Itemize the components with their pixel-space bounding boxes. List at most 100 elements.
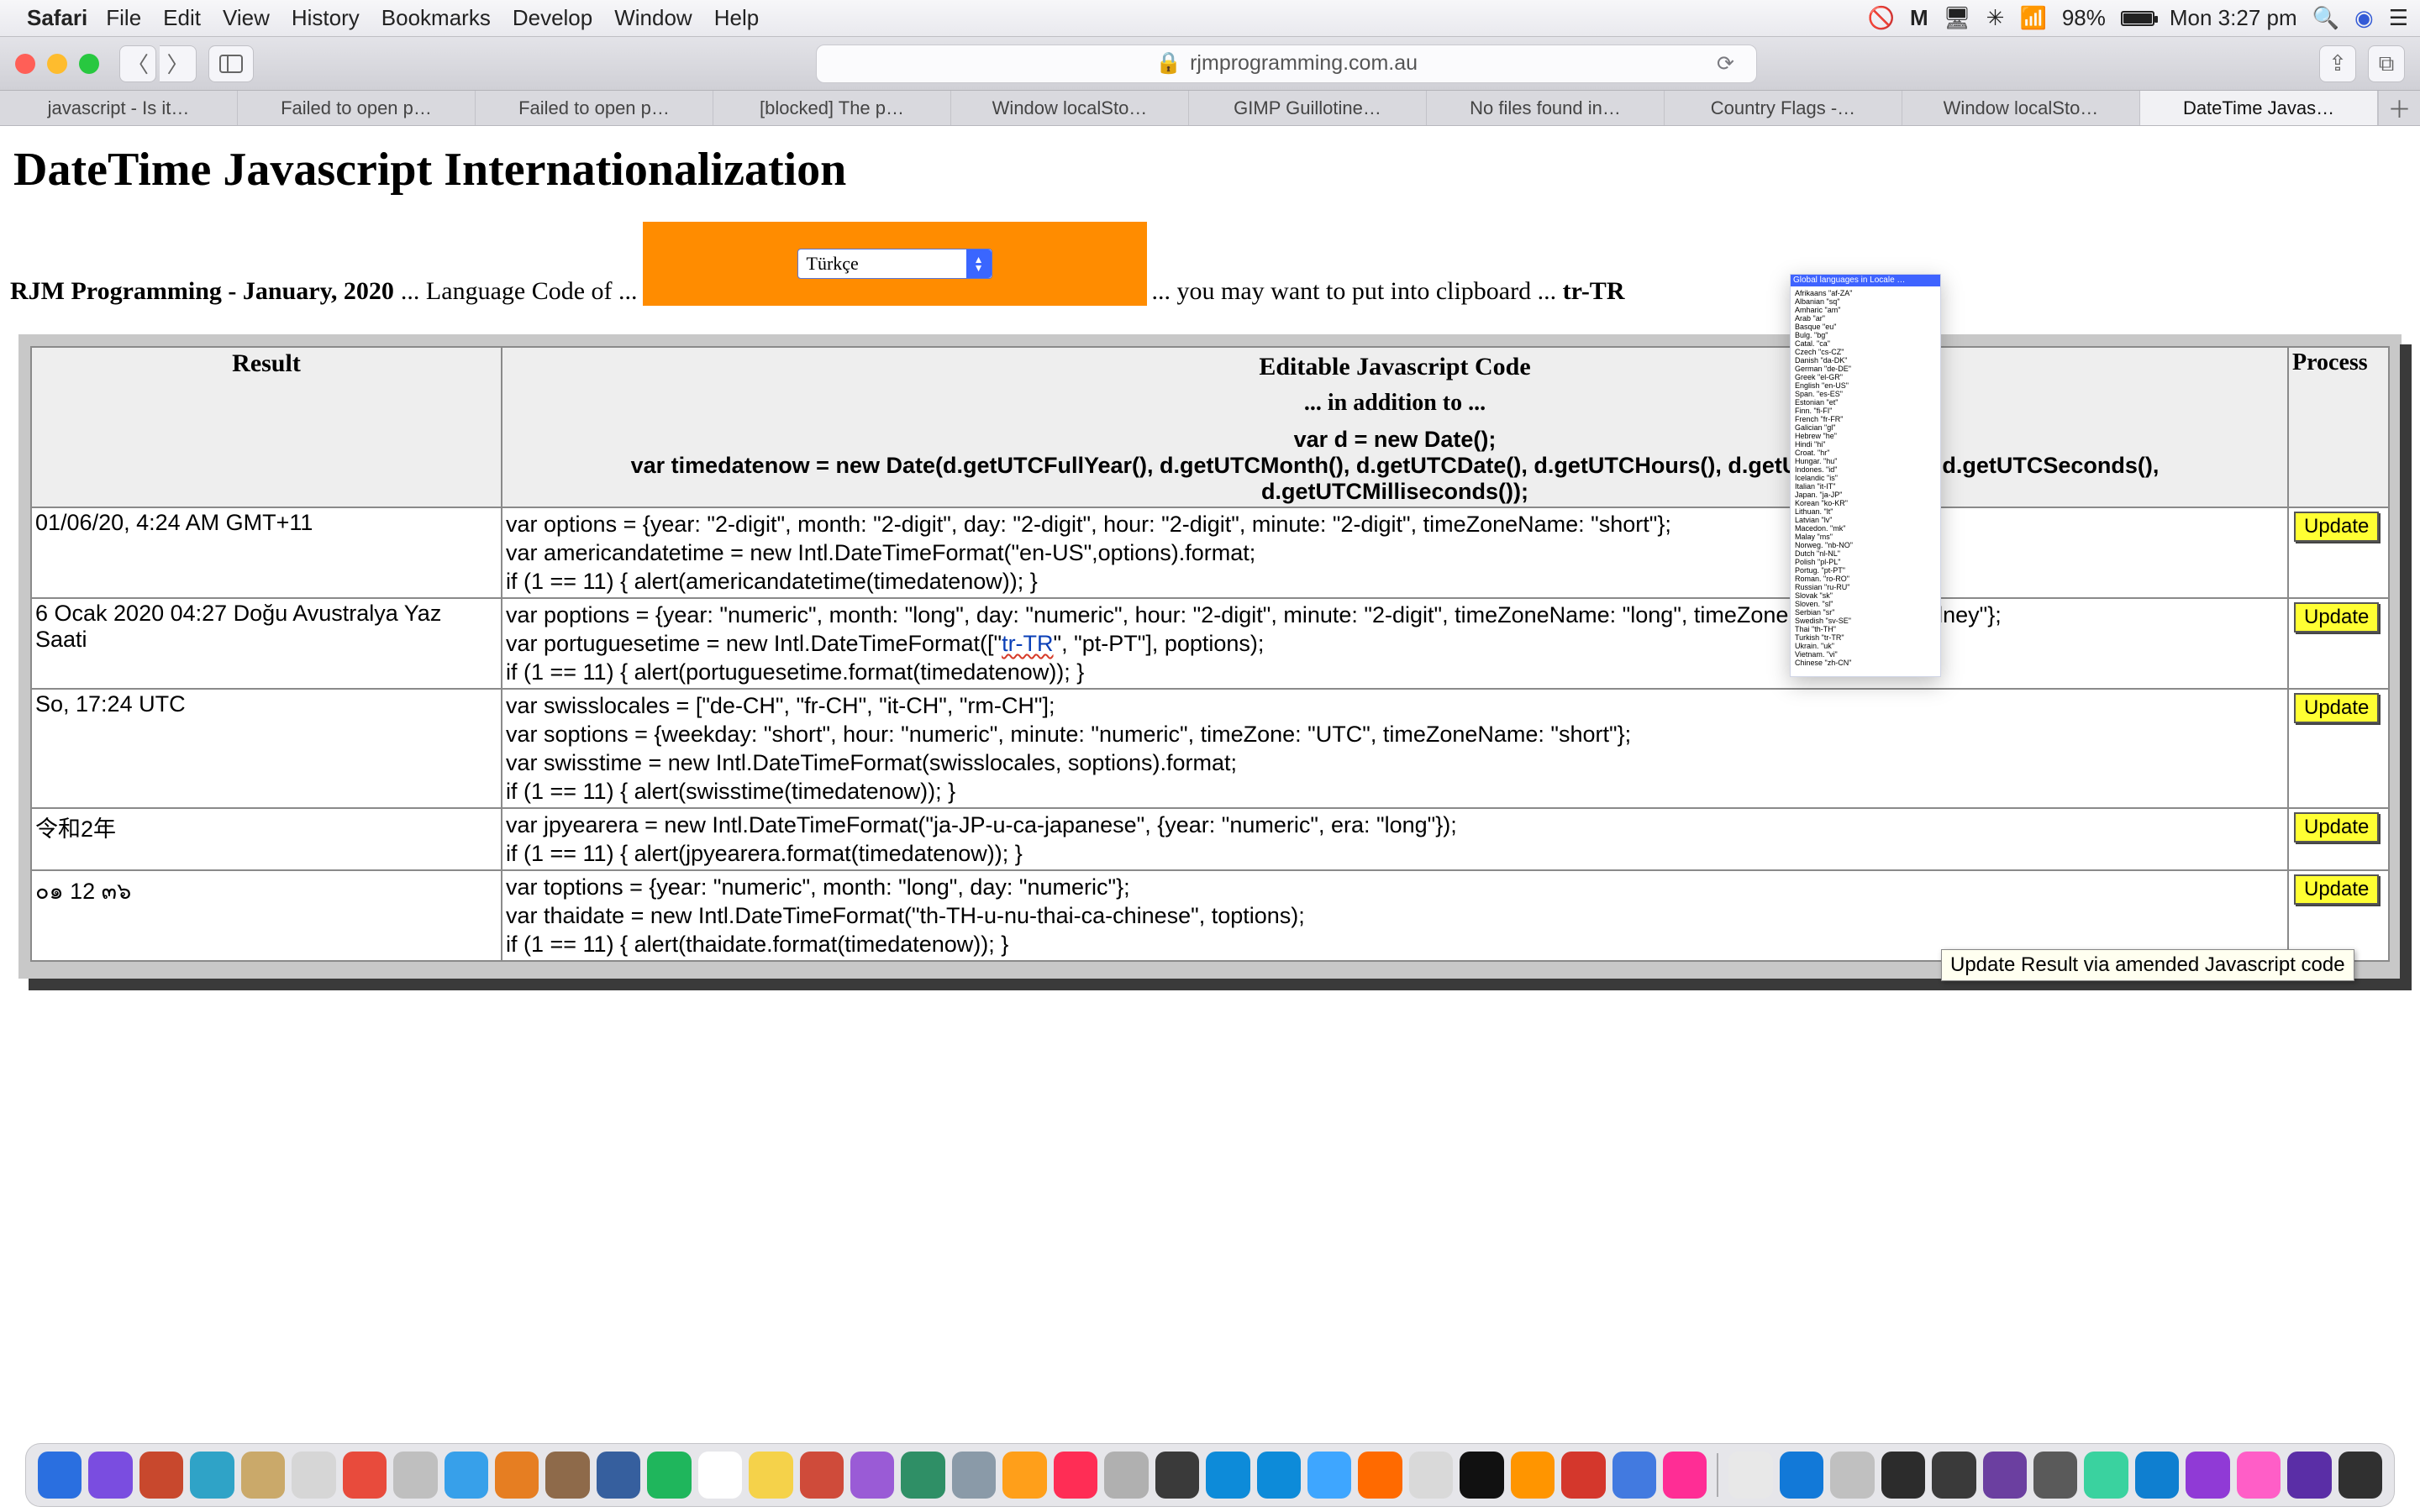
dock-app-icon[interactable] <box>495 1452 539 1499</box>
close-window-button[interactable] <box>15 54 35 74</box>
dock-app-icon[interactable] <box>139 1452 183 1499</box>
dock-app-icon[interactable] <box>1054 1452 1097 1499</box>
tab-5[interactable]: GIMP Guillotine… <box>1189 91 1427 125</box>
dock-app-icon[interactable] <box>698 1452 742 1499</box>
show-all-tabs-button[interactable]: ⧉ <box>2368 45 2405 82</box>
update-button[interactable]: Update <box>2294 812 2379 843</box>
code-line: var poptions = {year: "numeric", month: … <box>506 602 2002 627</box>
dock-app-icon[interactable] <box>901 1452 944 1499</box>
app-name[interactable]: Safari <box>27 5 87 31</box>
zoom-window-button[interactable] <box>79 54 99 74</box>
tab-9[interactable]: DateTime Javas… <box>2140 91 2378 125</box>
tab-1[interactable]: Failed to open p… <box>238 91 476 125</box>
m-icon[interactable]: M <box>1910 5 1928 31</box>
datetime-table-panel: Result Editable Javascript Code ... in a… <box>18 334 2402 979</box>
dock-app-icon[interactable] <box>38 1452 82 1499</box>
menu-file[interactable]: File <box>106 5 141 31</box>
update-button[interactable]: Update <box>2294 602 2379 633</box>
menu-help[interactable]: Help <box>714 5 759 31</box>
update-button[interactable]: Update <box>2294 693 2379 723</box>
dock-app-icon[interactable] <box>647 1452 691 1499</box>
tab-6[interactable]: No files found in… <box>1427 91 1665 125</box>
dock-app-icon[interactable] <box>292 1452 335 1499</box>
dock-app-icon[interactable] <box>445 1452 488 1499</box>
dock-app-icon[interactable] <box>1460 1452 1503 1499</box>
dock-app-icon[interactable] <box>1307 1452 1351 1499</box>
address-bar[interactable]: 🔒 rjmprogramming.com.au ⟳ <box>816 45 1757 83</box>
tab-2[interactable]: Failed to open p… <box>476 91 713 125</box>
code-cell-0[interactable]: var options = {year: "2-digit", month: "… <box>502 507 2288 598</box>
dock-app-icon[interactable] <box>2186 1452 2229 1499</box>
dock-app-icon[interactable] <box>1881 1452 1925 1499</box>
new-tab-button[interactable]: ＋ <box>2378 91 2420 125</box>
code-cell-2[interactable]: var swisslocales = ["de-CH", "fr-CH", "i… <box>502 689 2288 808</box>
dock-app-icon[interactable] <box>1780 1452 1823 1499</box>
dock-app-icon[interactable] <box>190 1452 234 1499</box>
menu-history[interactable]: History <box>292 5 360 31</box>
menu-bookmarks[interactable]: Bookmarks <box>381 5 491 31</box>
siri-icon[interactable]: ◉ <box>2354 5 2374 31</box>
dock-app-icon[interactable] <box>1155 1452 1199 1499</box>
battery-icon[interactable] <box>2121 11 2154 26</box>
bluetooth-icon[interactable]: ✳︎ <box>1986 5 2005 31</box>
dock-app-icon[interactable] <box>1561 1452 1605 1499</box>
menu-view[interactable]: View <box>223 5 270 31</box>
dock-app-icon[interactable] <box>749 1452 792 1499</box>
dock-app-icon[interactable] <box>2084 1452 2128 1499</box>
dock-app-icon[interactable] <box>2237 1452 2281 1499</box>
wifi-icon[interactable]: 📶 <box>2019 5 2046 31</box>
dock-app-icon[interactable] <box>2033 1452 2077 1499</box>
tab-8[interactable]: Window localSto… <box>1902 91 2140 125</box>
language-select[interactable]: Türkçe ▲▼ <box>797 249 992 279</box>
tab-4[interactable]: Window localSto… <box>951 91 1189 125</box>
dock-app-icon[interactable] <box>1358 1452 1402 1499</box>
share-button[interactable]: ⇪ <box>2319 45 2356 82</box>
dock-app-icon[interactable] <box>343 1452 387 1499</box>
notification-center-icon[interactable]: ☰ <box>2389 5 2408 31</box>
dock-app-icon[interactable] <box>597 1452 640 1499</box>
dock-app-icon[interactable] <box>1612 1452 1656 1499</box>
dock-app-icon[interactable] <box>88 1452 132 1499</box>
dock-app-icon[interactable] <box>2135 1452 2179 1499</box>
spotlight-icon[interactable]: 🔍 <box>2312 5 2339 31</box>
daemon-icon[interactable]: 🚫 <box>1868 5 1895 31</box>
dock-app-icon[interactable] <box>800 1452 844 1499</box>
dock-app-icon[interactable] <box>1002 1452 1046 1499</box>
dock-app-icon[interactable] <box>2287 1452 2331 1499</box>
dock-app-icon[interactable] <box>1409 1452 1453 1499</box>
code-cell-4[interactable]: var toptions = {year: "numeric", month: … <box>502 870 2288 961</box>
back-button[interactable]: 〈 <box>119 45 156 82</box>
dock-app-icon[interactable] <box>1104 1452 1148 1499</box>
dock-app-icon[interactable] <box>1728 1452 1772 1499</box>
dock-app-icon[interactable] <box>850 1452 894 1499</box>
update-button[interactable]: Update <box>2294 874 2379 905</box>
clock[interactable]: Mon 3:27 pm <box>2170 5 2297 31</box>
dock-app-icon[interactable] <box>1257 1452 1301 1499</box>
code-cell-3[interactable]: var jpyearera = new Intl.DateTimeFormat(… <box>502 808 2288 870</box>
update-button[interactable]: Update <box>2294 512 2379 542</box>
tab-7[interactable]: Country Flags -… <box>1665 91 1902 125</box>
tab-0[interactable]: javascript - Is it… <box>0 91 238 125</box>
dock-app-icon[interactable] <box>1663 1452 1707 1499</box>
menu-edit[interactable]: Edit <box>163 5 201 31</box>
dock-app-icon[interactable] <box>393 1452 437 1499</box>
dock-app-icon[interactable] <box>241 1452 285 1499</box>
forward-button[interactable]: 〉 <box>160 45 197 82</box>
code-cell-1[interactable]: var poptions = {year: "numeric", month: … <box>502 598 2288 689</box>
dock-app-icon[interactable] <box>952 1452 996 1499</box>
dock-app-icon[interactable] <box>1511 1452 1555 1499</box>
dock-app-icon[interactable] <box>1830 1452 1874 1499</box>
page-title: DateTime Javascript Internationalization <box>13 143 2410 197</box>
minimize-window-button[interactable] <box>47 54 67 74</box>
dock-app-icon[interactable] <box>1932 1452 1975 1499</box>
dock-app-icon[interactable] <box>545 1452 589 1499</box>
dock-app-icon[interactable] <box>1983 1452 2027 1499</box>
menu-window[interactable]: Window <box>614 5 692 31</box>
tab-3[interactable]: [blocked] The p… <box>713 91 951 125</box>
sidebar-toggle-button[interactable] <box>208 45 254 82</box>
dock-app-icon[interactable] <box>1206 1452 1249 1499</box>
reload-icon[interactable]: ⟳ <box>1717 51 1734 76</box>
menu-develop[interactable]: Develop <box>513 5 592 31</box>
dock-app-icon[interactable] <box>2338 1452 2382 1499</box>
display-icon[interactable]: 🖥 <box>1944 5 1971 31</box>
